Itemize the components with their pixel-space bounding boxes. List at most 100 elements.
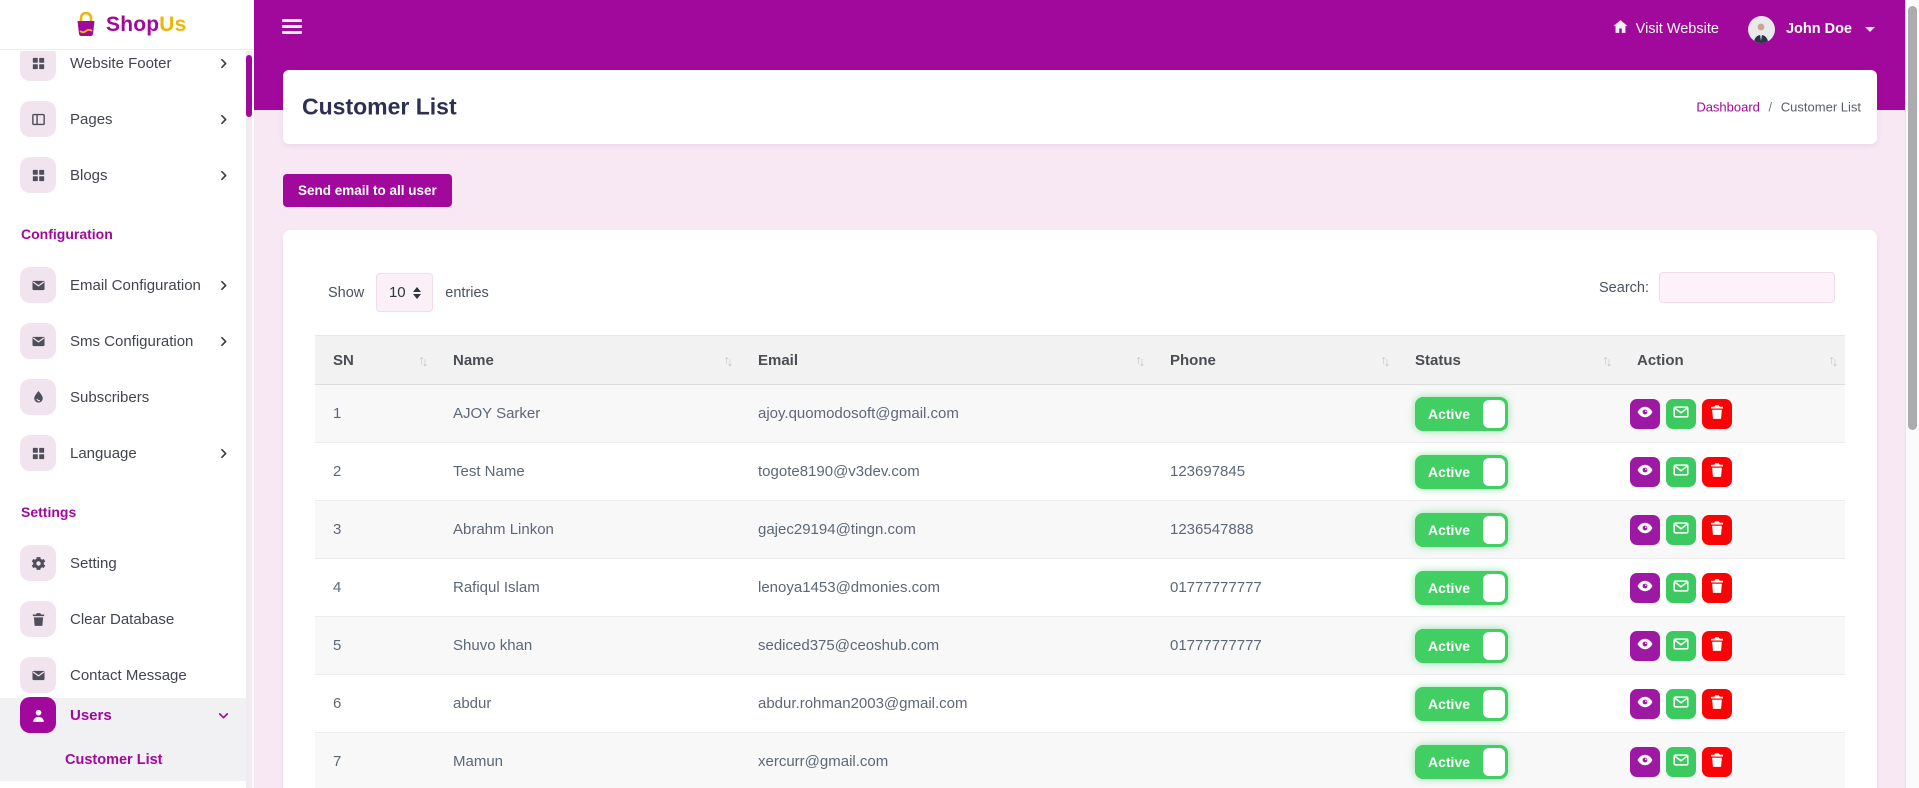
sidebar-item-users[interactable]: Users	[0, 687, 246, 743]
column-header-status[interactable]: Status ↑↓	[1397, 336, 1619, 384]
sidebar-subitem-customer-list[interactable]: Customer List	[0, 743, 246, 777]
trash-icon	[1708, 461, 1726, 482]
grid-icon	[20, 51, 56, 81]
envelope-icon	[1672, 577, 1690, 598]
user-menu[interactable]: John Doe	[1786, 21, 1852, 37]
send-email-all-button[interactable]: Send email to all user	[283, 174, 452, 207]
chevron-right-icon	[217, 335, 230, 348]
eye-icon	[1636, 461, 1654, 482]
status-label: Active	[1428, 579, 1471, 596]
sidebar-item-email-configuration[interactable]: Email Configuration	[0, 257, 246, 313]
trash-icon	[1708, 403, 1726, 424]
email-button[interactable]	[1666, 630, 1696, 661]
sidebar-item-website-footer[interactable]: Website Footer	[0, 51, 246, 91]
email-button[interactable]	[1666, 398, 1696, 429]
cell-sn: 1	[333, 405, 342, 422]
sidebar-active-group: Users Customer List	[0, 697, 246, 781]
sidebar-scrollbar-thumb[interactable]	[246, 55, 252, 117]
delete-button[interactable]	[1702, 688, 1732, 719]
column-header-name[interactable]: Name ↑↓	[435, 336, 740, 384]
trash-icon	[1708, 577, 1726, 598]
toggle-knob	[1483, 457, 1505, 486]
email-button[interactable]	[1666, 746, 1696, 777]
columns-icon	[20, 101, 56, 137]
delete-button[interactable]	[1702, 630, 1732, 661]
email-button[interactable]	[1666, 688, 1696, 719]
sidebar-item-language[interactable]: Language	[0, 425, 246, 481]
table-search: Search:	[1599, 272, 1835, 303]
topbar-right: Visit Website John Doe	[1612, 14, 1875, 44]
sidebar-section-configuration: Configuration	[21, 226, 113, 242]
email-button[interactable]	[1666, 572, 1696, 603]
email-button[interactable]	[1666, 514, 1696, 545]
customer-table: SN ↑↓ Name ↑↓ Email ↑↓ Phone ↑↓ Status ↑↓ Act…	[315, 335, 1845, 788]
brand-logo[interactable]: ShopUs	[0, 0, 254, 50]
sort-icon: ↑↓	[1380, 353, 1391, 369]
view-button[interactable]	[1630, 630, 1660, 661]
status-toggle[interactable]: Active	[1415, 628, 1508, 663]
view-button[interactable]	[1630, 572, 1660, 603]
menu-toggle-icon[interactable]	[282, 19, 302, 35]
customer-table-card: Show 10 entries Search: SN ↑↓ Name ↑↓ Emai…	[283, 230, 1877, 788]
entries-select[interactable]: 10	[376, 273, 434, 312]
view-button[interactable]	[1630, 514, 1660, 545]
email-button[interactable]	[1666, 456, 1696, 487]
sidebar-item-setting[interactable]: Setting	[0, 535, 246, 591]
view-button[interactable]	[1630, 456, 1660, 487]
delete-button[interactable]	[1702, 456, 1732, 487]
status-toggle[interactable]: Active	[1415, 396, 1508, 431]
status-toggle[interactable]: Active	[1415, 686, 1508, 721]
chevron-down-icon[interactable]	[1865, 26, 1875, 32]
delete-button[interactable]	[1702, 746, 1732, 777]
sidebar-item-clear-database[interactable]: Clear Database	[0, 591, 246, 647]
table-row: 5 Shuvo khan sediced375@ceoshub.com 0177…	[315, 617, 1845, 675]
column-header-action[interactable]: Action ↑↓	[1619, 336, 1845, 384]
home-icon	[1612, 18, 1629, 40]
toggle-knob	[1483, 515, 1505, 544]
sidebar-item-sms-configuration[interactable]: Sms Configuration	[0, 313, 246, 369]
status-toggle[interactable]: Active	[1415, 744, 1508, 779]
search-input[interactable]	[1659, 272, 1835, 303]
status-toggle[interactable]: Active	[1415, 454, 1508, 489]
view-button[interactable]	[1630, 398, 1660, 429]
cell-sn: 2	[333, 463, 342, 480]
cell-actions	[1619, 617, 1845, 674]
envelope-icon	[1672, 403, 1690, 424]
chevron-right-icon	[217, 57, 230, 70]
status-toggle[interactable]: Active	[1415, 570, 1508, 605]
column-header-sn[interactable]: SN ↑↓	[315, 336, 435, 384]
eye-icon	[1636, 403, 1654, 424]
avatar[interactable]	[1747, 15, 1775, 43]
cell-status: Active	[1397, 617, 1619, 674]
column-header-phone[interactable]: Phone ↑↓	[1152, 336, 1397, 384]
envelope-icon	[1672, 693, 1690, 714]
sidebar-scrollbar[interactable]	[246, 51, 252, 788]
cell-actions	[1619, 675, 1845, 732]
envelope-icon	[20, 323, 56, 359]
delete-button[interactable]	[1702, 572, 1732, 603]
window-scrollbar[interactable]	[1905, 0, 1919, 788]
delete-button[interactable]	[1702, 514, 1732, 545]
table-row: 3 Abrahm Linkon gajec29194@tingn.com 123…	[315, 501, 1845, 559]
cell-phone	[1152, 385, 1397, 442]
sidebar-menu: Website Footer Pages Blogs Configuration…	[0, 51, 246, 788]
view-button[interactable]	[1630, 746, 1660, 777]
visit-website-link[interactable]: Visit Website	[1612, 18, 1719, 40]
cell-status: Active	[1397, 733, 1619, 788]
chevron-down-icon	[217, 709, 230, 722]
column-header-email[interactable]: Email ↑↓	[740, 336, 1152, 384]
status-toggle[interactable]: Active	[1415, 512, 1508, 547]
select-updown-icon	[412, 286, 421, 299]
trash-icon	[1708, 693, 1726, 714]
delete-button[interactable]	[1702, 398, 1732, 429]
search-label: Search:	[1599, 279, 1649, 296]
view-button[interactable]	[1630, 688, 1660, 719]
cell-status: Active	[1397, 443, 1619, 500]
envelope-icon	[1672, 751, 1690, 772]
sidebar-item-pages[interactable]: Pages	[0, 91, 246, 147]
sidebar-item-blogs[interactable]: Blogs	[0, 147, 246, 203]
sidebar-item-subscribers[interactable]: Subscribers	[0, 369, 246, 425]
window-scrollbar-thumb[interactable]	[1908, 6, 1917, 430]
breadcrumb-dashboard-link[interactable]: Dashboard	[1696, 100, 1760, 115]
cell-sn: 7	[333, 753, 342, 770]
